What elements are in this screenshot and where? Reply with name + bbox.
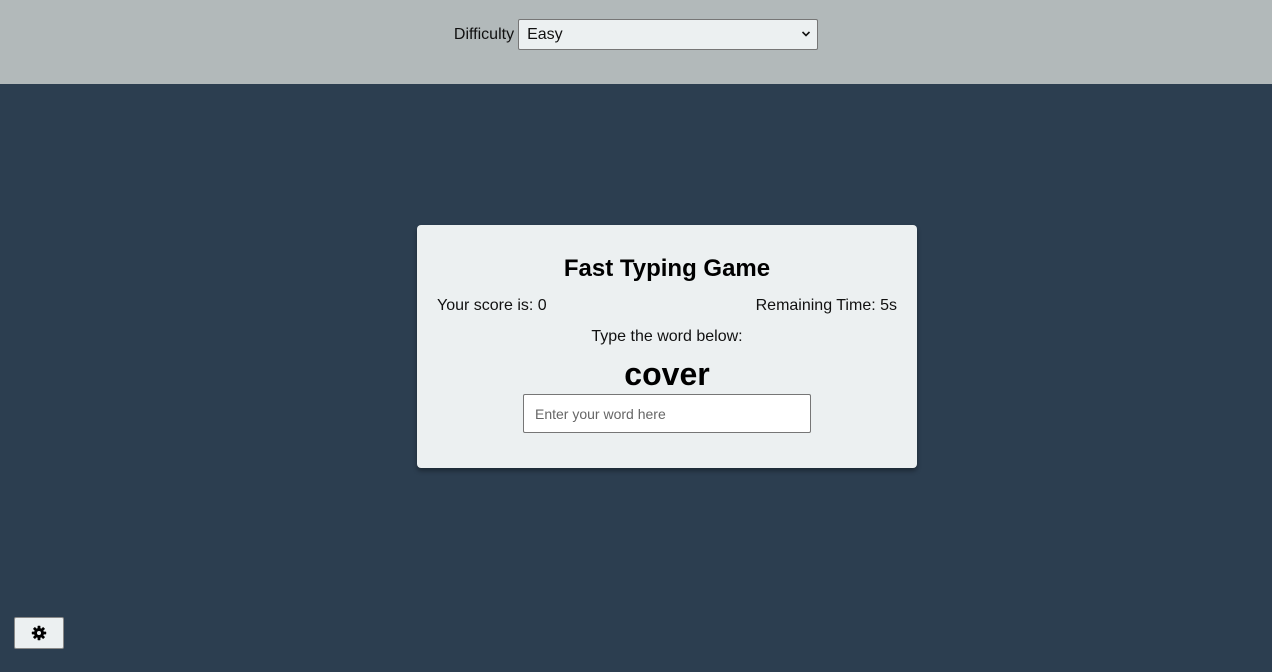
- time-text: Remaining Time: 5s: [755, 297, 897, 314]
- settings-bar: Difficulty Easy: [0, 0, 1272, 84]
- target-word: cover: [624, 356, 710, 392]
- game-card: Fast Typing Game Your score is: 0 Remain…: [417, 225, 917, 468]
- settings-toggle-button[interactable]: [14, 617, 64, 649]
- word-input[interactable]: [523, 394, 811, 433]
- stats-row: Your score is: 0 Remaining Time: 5s: [437, 297, 897, 315]
- difficulty-select-wrap: Easy: [518, 19, 819, 50]
- difficulty-select[interactable]: Easy: [518, 19, 819, 50]
- gear-icon: [31, 625, 47, 641]
- difficulty-label: Difficulty: [453, 26, 515, 43]
- prompt-text: Type the word below:: [591, 328, 743, 345]
- settings-form: Difficulty Easy: [453, 19, 819, 50]
- score-text: Your score is: 0: [437, 297, 547, 314]
- game-title: Fast Typing Game: [563, 255, 771, 282]
